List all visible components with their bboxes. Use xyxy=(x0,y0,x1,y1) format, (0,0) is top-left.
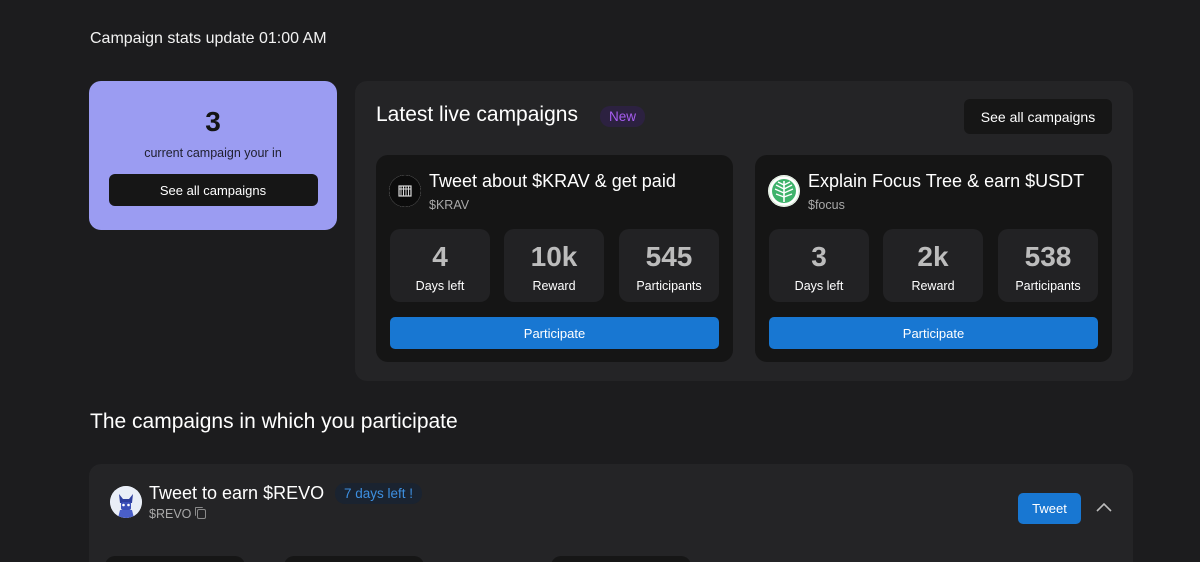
reward-label: Reward xyxy=(911,279,955,293)
participate-button[interactable]: Participate xyxy=(390,317,719,349)
participating-section-title: The campaigns in which you participate xyxy=(90,410,458,433)
live-campaigns-title: Latest live campaigns xyxy=(376,103,578,126)
reward-label: Reward xyxy=(532,279,576,293)
reward-stat: 2k Reward xyxy=(883,229,983,302)
copy-icon[interactable] xyxy=(195,507,207,519)
focus-tree-logo-icon xyxy=(768,175,800,207)
reward-value: 10k xyxy=(530,241,578,272)
campaign-ticker: $KRAV xyxy=(429,198,470,212)
see-all-campaigns-link[interactable]: See all campaigns xyxy=(964,99,1112,134)
days-left-value: 4 xyxy=(432,241,448,272)
chevron-up-icon[interactable] xyxy=(1096,500,1112,516)
participating-ticker: $REVO xyxy=(149,507,192,521)
tweet-button[interactable]: Tweet xyxy=(1018,493,1081,524)
see-all-campaigns-button[interactable]: See all campaigns xyxy=(108,174,318,206)
participants-stat: 545 Participants xyxy=(619,229,719,302)
campaign-card-krav: Tweet about $KRAV & get paid $KRAV 4 Day… xyxy=(376,155,733,362)
participants-value: 538 xyxy=(1024,241,1072,272)
participants-stat: 538 Participants xyxy=(998,229,1098,302)
reward-value: 2k xyxy=(917,241,949,272)
days-left-label: Days left xyxy=(415,279,465,293)
days-left-label: Days left xyxy=(794,279,844,293)
latest-live-campaigns-panel: Latest live campaigns New See all campai… xyxy=(355,81,1133,381)
stats-update-text: Campaign stats update 01:00 AM xyxy=(90,30,327,47)
participating-ticker-row: $REVO xyxy=(149,507,207,521)
current-campaigns-card: 3 current campaign your in See all campa… xyxy=(89,81,337,230)
days-left-stat: 3 Days left xyxy=(769,229,869,302)
days-left-badge: 7 days left ! xyxy=(335,483,423,504)
current-campaign-count: 3 xyxy=(205,106,221,137)
participating-campaign-title: Tweet to earn $REVO xyxy=(149,483,325,503)
campaign-card-focus: Explain Focus Tree & earn $USDT $focus 3… xyxy=(755,155,1112,362)
current-campaign-label: current campaign your in xyxy=(144,146,282,160)
stat-stub xyxy=(551,556,691,562)
days-left-stat: 4 Days left xyxy=(390,229,490,302)
reward-stat: 10k Reward xyxy=(504,229,604,302)
stat-stub xyxy=(284,556,424,562)
participants-value: 545 xyxy=(645,241,693,272)
campaign-title: Tweet about $KRAV & get paid xyxy=(429,171,676,191)
campaign-ticker: $focus xyxy=(808,198,845,212)
days-left-value: 3 xyxy=(811,241,827,272)
participants-label: Participants xyxy=(1015,279,1081,293)
new-badge: New xyxy=(600,106,646,127)
stat-stub xyxy=(105,556,245,562)
revo-avatar-icon xyxy=(110,486,142,518)
participate-button[interactable]: Participate xyxy=(769,317,1098,349)
krav-logo-icon xyxy=(389,175,421,207)
participants-label: Participants xyxy=(636,279,702,293)
participating-campaign-card-revo: Tweet to earn $REVO 7 days left ! $REVO … xyxy=(89,464,1133,562)
campaign-title: Explain Focus Tree & earn $USDT xyxy=(808,171,1085,191)
